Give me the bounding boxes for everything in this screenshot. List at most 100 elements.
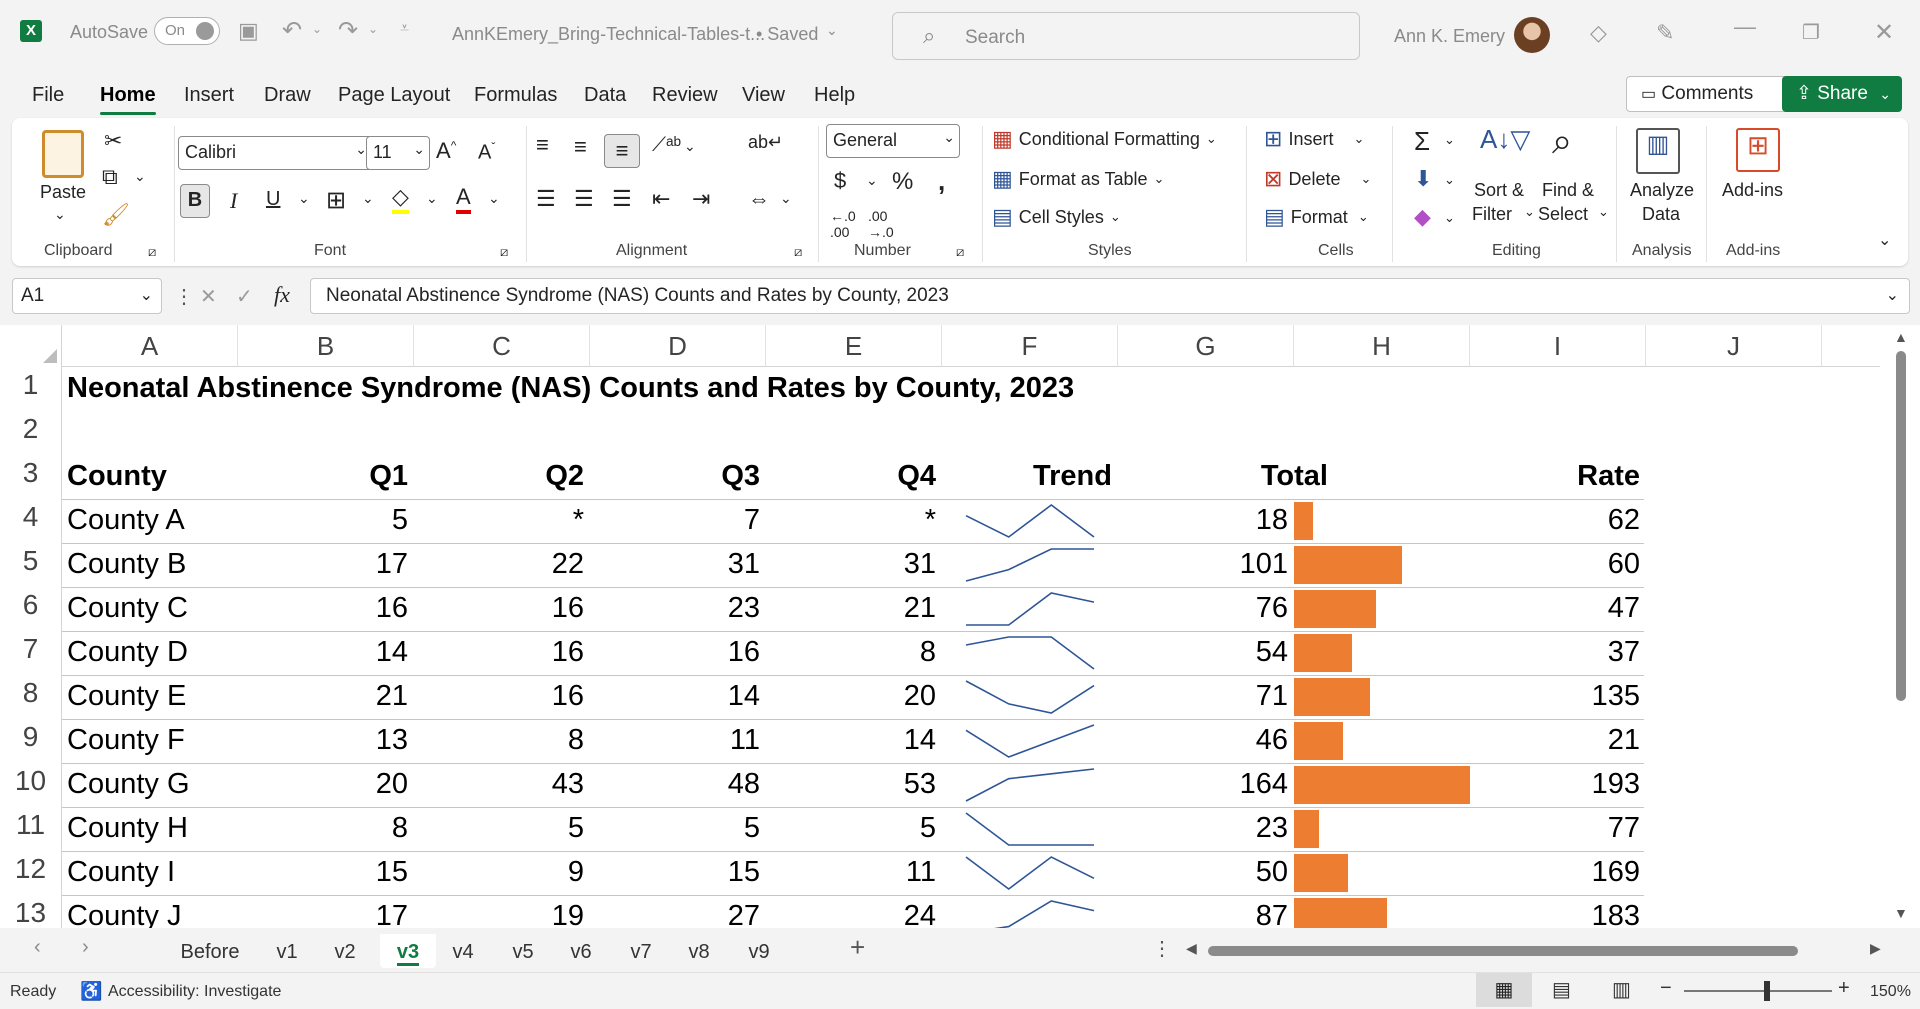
increase-font-icon[interactable]: A^ <box>436 138 456 164</box>
fill-icon[interactable]: ⬇ <box>1414 166 1432 192</box>
align-right-icon[interactable]: ☰ <box>612 186 632 212</box>
autosave-toggle[interactable]: On <box>154 17 220 45</box>
increase-indent-icon[interactable]: ⇥ <box>692 186 710 212</box>
tab-view[interactable]: View <box>742 84 785 107</box>
sort-filter-label-2[interactable]: Filter <box>1472 204 1512 225</box>
accessibility-icon[interactable]: ♿ <box>80 981 102 1002</box>
clear-icon[interactable]: ◆ <box>1414 204 1431 230</box>
currency-dropdown-icon[interactable]: ⌄ <box>866 172 878 189</box>
analyze-data-icon[interactable]: ▥ <box>1636 128 1680 174</box>
vertical-scrollbar[interactable]: ▲ ▼ <box>1880 325 1920 928</box>
align-left-icon[interactable]: ☰ <box>536 186 556 212</box>
merge-center-icon[interactable]: ⇔ <box>748 186 770 212</box>
worksheet-grid[interactable]: A B C D E F G H I J 1 2 3 4 5 6 7 8 9 10… <box>0 325 1920 928</box>
decrease-indent-icon[interactable]: ⇤ <box>652 186 670 212</box>
restore-icon[interactable]: ❐ <box>1802 20 1820 45</box>
currency-icon[interactable]: $ <box>834 168 846 194</box>
sheet-tab-v3[interactable]: v3 <box>380 934 436 968</box>
wrap-text-icon[interactable]: ab↵ <box>748 132 783 153</box>
name-box[interactable]: A1 ⌄ <box>12 278 162 314</box>
find-select-label-1[interactable]: Find & <box>1542 180 1594 201</box>
undo-dropdown-icon[interactable]: ⌄ <box>312 22 322 36</box>
insert-function-icon[interactable]: fx <box>274 282 290 308</box>
autosum-icon[interactable]: Σ <box>1414 126 1430 157</box>
zoom-level[interactable]: 150% <box>1870 983 1911 1001</box>
analyze-data-label-1[interactable]: Analyze <box>1630 180 1694 201</box>
redo-icon[interactable]: ↷ <box>338 16 358 45</box>
borders-dropdown-icon[interactable]: ⌄ <box>362 190 374 207</box>
search-box[interactable]: ⌕ Search <box>892 12 1360 60</box>
conditional-formatting-button[interactable]: ▦ Conditional Formatting ⌄ <box>992 128 1217 150</box>
sort-filter-dropdown-icon[interactable]: ⌄ <box>1524 204 1535 220</box>
zoom-slider-thumb[interactable] <box>1764 981 1770 1001</box>
clear-dropdown-icon[interactable]: ⌄ <box>1444 210 1455 226</box>
sort-filter-icon[interactable]: A↓▽ <box>1480 124 1530 155</box>
increase-decimal-icon[interactable]: ←.0.00 <box>830 208 856 240</box>
confirm-entry-icon[interactable]: ✓ <box>236 284 253 309</box>
pen-icon[interactable]: ✎ <box>1656 20 1674 46</box>
align-top-icon[interactable]: ≡ <box>536 132 549 158</box>
tab-page-layout[interactable]: Page Layout <box>338 84 450 107</box>
fill-dropdown-icon[interactable]: ⌄ <box>1444 172 1455 188</box>
tab-help[interactable]: Help <box>814 84 855 107</box>
font-size-combo[interactable]: 11 ⌄ <box>366 136 430 170</box>
cell-styles-button[interactable]: ▤ Cell Styles ⌄ <box>992 206 1121 228</box>
font-color-dropdown-icon[interactable]: ⌄ <box>488 190 500 207</box>
sheet-tab-before[interactable]: Before <box>172 934 248 968</box>
sheet-tab-v8[interactable]: v8 <box>674 934 724 968</box>
zoom-in-icon[interactable]: + <box>1838 977 1850 1000</box>
add-ins-label[interactable]: Add-ins <box>1722 180 1783 201</box>
scroll-up-icon[interactable]: ▲ <box>1894 329 1908 345</box>
underline-button[interactable]: U <box>266 188 280 211</box>
sheet-tab-v5[interactable]: v5 <box>498 934 548 968</box>
sheet-tab-v1[interactable]: v1 <box>262 934 312 968</box>
underline-dropdown-icon[interactable]: ⌄ <box>298 190 310 207</box>
cancel-entry-icon[interactable]: ✕ <box>200 284 217 309</box>
autosum-dropdown-icon[interactable]: ⌄ <box>1444 132 1455 148</box>
customize-toolbar-icon[interactable]: ⩡ <box>400 20 409 38</box>
tab-file[interactable]: File <box>32 84 64 107</box>
page-break-view-icon[interactable]: ▥ <box>1612 977 1631 1002</box>
formula-input[interactable]: Neonatal Abstinence Syndrome (NAS) Count… <box>310 278 1910 314</box>
undo-icon[interactable]: ↶ <box>282 16 302 45</box>
diamond-icon[interactable]: ◇ <box>1590 20 1607 46</box>
tab-data[interactable]: Data <box>584 84 626 107</box>
add-sheet-icon[interactable]: + <box>850 932 865 963</box>
copy-dropdown-icon[interactable]: ⌄ <box>134 168 146 185</box>
add-ins-icon[interactable]: ⊞ <box>1736 128 1780 172</box>
collapse-ribbon-icon[interactable]: ⌄ <box>1878 230 1891 250</box>
scroll-right-icon[interactable]: ▶ <box>1870 940 1881 957</box>
tab-draw[interactable]: Draw <box>264 84 311 107</box>
prev-sheet-icon[interactable]: ‹ <box>34 936 41 959</box>
align-middle-icon[interactable]: ≡ <box>574 134 587 160</box>
share-button[interactable]: ⇪ Share ⌄ <box>1782 76 1902 112</box>
avatar[interactable] <box>1514 17 1550 53</box>
font-launcher-icon[interactable]: ⧄ <box>500 244 508 260</box>
minimize-icon[interactable]: — <box>1734 14 1756 40</box>
sheet-tab-v2[interactable]: v2 <box>320 934 370 968</box>
saved-dropdown-icon[interactable]: ⌄ <box>826 22 838 39</box>
number-format-combo[interactable]: General ⌄ <box>826 124 960 158</box>
normal-view-icon[interactable]: ▦ <box>1476 973 1532 1007</box>
fill-color-icon[interactable]: ◇ <box>392 184 409 214</box>
orientation-dropdown-icon[interactable]: ⌄ <box>684 138 696 155</box>
redo-dropdown-icon[interactable]: ⌄ <box>368 22 378 36</box>
tab-insert[interactable]: Insert <box>184 84 234 107</box>
find-select-icon[interactable]: ⌕ <box>1552 120 1572 163</box>
user-name[interactable]: Ann K. Emery <box>1394 26 1505 47</box>
format-as-table-button[interactable]: ▦ Format as Table ⌄ <box>992 168 1164 190</box>
more-sheets-icon[interactable]: ⋮ <box>1152 936 1172 961</box>
more-options-icon[interactable]: ⋮ <box>174 284 194 309</box>
comments-button[interactable]: ▭ Comments <box>1626 76 1806 112</box>
sheet-tab-v7[interactable]: v7 <box>616 934 666 968</box>
zoom-out-icon[interactable]: − <box>1660 977 1672 1000</box>
cut-icon[interactable]: ✂ <box>104 128 122 154</box>
file-name[interactable]: AnnKEmery_Bring-Technical-Tables-t... <box>452 24 765 45</box>
clipboard-launcher-icon[interactable]: ⧄ <box>148 244 156 260</box>
alignment-launcher-icon[interactable]: ⧄ <box>794 244 802 260</box>
align-bottom-icon[interactable]: ≡ <box>604 134 640 168</box>
comma-icon[interactable]: , <box>938 166 945 197</box>
font-name-combo[interactable]: Calibri ⌄ <box>178 136 374 170</box>
page-layout-view-icon[interactable]: ▤ <box>1552 977 1571 1002</box>
delete-cells-button[interactable]: ⊠ Delete ⌄ <box>1264 168 1371 190</box>
